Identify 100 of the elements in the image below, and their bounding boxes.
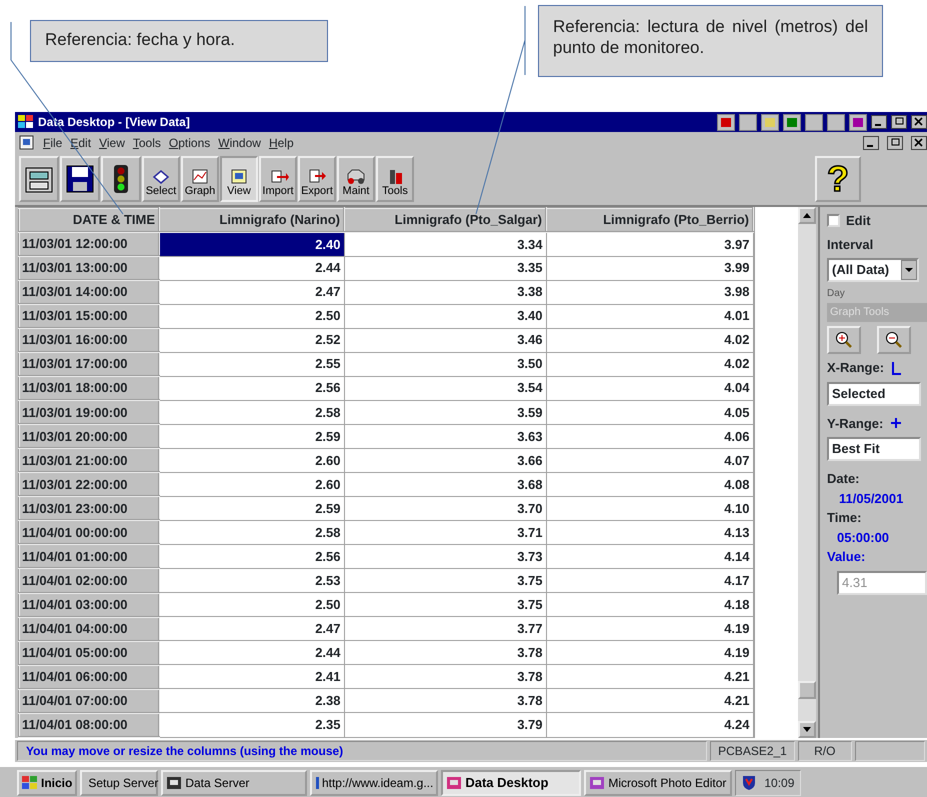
column-header[interactable]: Limnigrafo (Pto_Salgar) bbox=[344, 208, 546, 232]
table-cell[interactable]: 2.44 bbox=[159, 640, 344, 665]
table-cell[interactable]: 3.77 bbox=[344, 616, 546, 641]
interval-dropdown[interactable]: (All Data) bbox=[827, 258, 919, 282]
row-header[interactable]: 11/04/01 03:00:00 bbox=[19, 592, 159, 617]
table-cell[interactable]: 4.01 bbox=[546, 304, 753, 328]
table-cell[interactable]: 3.75 bbox=[344, 592, 546, 617]
toolbar-button[interactable]: Select bbox=[142, 156, 180, 202]
row-header[interactable]: 11/03/01 15:00:00 bbox=[19, 304, 159, 328]
row-header[interactable]: 11/04/01 01:00:00 bbox=[19, 544, 159, 568]
table-cell[interactable]: 3.79 bbox=[344, 712, 546, 737]
table-cell[interactable]: 2.41 bbox=[159, 664, 344, 689]
table-cell[interactable]: 2.40 bbox=[159, 232, 344, 256]
x-range-dropdown[interactable]: Selected bbox=[827, 382, 921, 406]
row-header[interactable]: 11/03/01 12:00:00 bbox=[19, 232, 159, 256]
table-cell[interactable]: 2.60 bbox=[159, 448, 344, 472]
row-header[interactable]: 11/04/01 04:00:00 bbox=[19, 616, 159, 641]
row-header[interactable]: 11/03/01 22:00:00 bbox=[19, 472, 159, 496]
column-header[interactable]: DATE & TIME bbox=[19, 208, 159, 232]
table-cell[interactable]: 3.35 bbox=[344, 256, 546, 280]
table-cell[interactable]: 3.73 bbox=[344, 544, 546, 568]
table-cell[interactable]: 4.05 bbox=[546, 400, 753, 424]
table-cell[interactable]: 2.59 bbox=[159, 496, 344, 520]
menu-item[interactable]: File bbox=[43, 134, 62, 152]
row-header[interactable]: 11/03/01 14:00:00 bbox=[19, 280, 159, 304]
table-cell[interactable]: 4.21 bbox=[546, 664, 753, 689]
menu-item[interactable]: Options bbox=[168, 134, 210, 152]
table-cell[interactable]: 2.38 bbox=[159, 688, 344, 713]
row-header[interactable]: 11/04/01 02:00:00 bbox=[19, 568, 159, 592]
toolbar-button[interactable]: Import bbox=[259, 156, 297, 202]
table-cell[interactable]: 4.19 bbox=[546, 640, 753, 665]
table-cell[interactable]: 2.47 bbox=[159, 616, 344, 641]
row-header[interactable]: 11/03/01 13:00:00 bbox=[19, 256, 159, 280]
menu-item[interactable]: Help bbox=[268, 134, 294, 152]
table-cell[interactable]: 3.54 bbox=[344, 376, 546, 400]
row-header[interactable]: 11/03/01 17:00:00 bbox=[19, 352, 159, 376]
row-header[interactable]: 11/04/01 06:00:00 bbox=[19, 664, 159, 689]
table-cell[interactable]: 3.38 bbox=[344, 280, 546, 304]
row-header[interactable]: 11/03/01 16:00:00 bbox=[19, 328, 159, 352]
row-header[interactable]: 11/03/01 21:00:00 bbox=[19, 448, 159, 472]
toolbar-button[interactable]: Maint bbox=[337, 156, 375, 202]
taskbar-button[interactable]: Microsoft Photo Editor bbox=[584, 770, 732, 796]
table-cell[interactable]: 3.63 bbox=[344, 424, 546, 448]
table-cell[interactable]: 3.98 bbox=[546, 280, 753, 304]
row-header[interactable]: 11/04/01 05:00:00 bbox=[19, 640, 159, 665]
table-cell[interactable]: 3.78 bbox=[344, 688, 546, 713]
table-cell[interactable]: 2.59 bbox=[159, 424, 344, 448]
row-header[interactable]: 11/04/01 00:00:00 bbox=[19, 520, 159, 544]
table-cell[interactable]: 3.70 bbox=[344, 496, 546, 520]
table-cell[interactable]: 2.35 bbox=[159, 712, 344, 737]
menu-item[interactable]: View bbox=[99, 134, 125, 152]
table-cell[interactable]: 2.44 bbox=[159, 256, 344, 280]
table-cell[interactable]: 3.40 bbox=[344, 304, 546, 328]
taskbar-button[interactable]: Data Server bbox=[161, 770, 308, 796]
table-cell[interactable]: 4.07 bbox=[546, 448, 753, 472]
table-cell[interactable]: 4.19 bbox=[546, 616, 753, 641]
row-header[interactable]: 11/04/01 07:00:00 bbox=[19, 688, 159, 713]
table-cell[interactable]: 2.58 bbox=[159, 520, 344, 544]
row-header[interactable]: 11/04/01 08:00:00 bbox=[19, 712, 159, 737]
table-cell[interactable]: 2.53 bbox=[159, 568, 344, 592]
table-cell[interactable]: 4.04 bbox=[546, 376, 753, 400]
table-cell[interactable]: 4.24 bbox=[546, 712, 753, 737]
toolbar-button[interactable]: Tools bbox=[376, 156, 414, 202]
toolbar-button[interactable]: Export bbox=[298, 156, 336, 202]
table-cell[interactable]: 4.06 bbox=[546, 424, 753, 448]
table-cell[interactable]: 3.46 bbox=[344, 328, 546, 352]
taskbar-button[interactable]: Setup Server bbox=[80, 770, 158, 796]
table-cell[interactable]: 3.50 bbox=[344, 352, 546, 376]
table-cell[interactable]: 3.78 bbox=[344, 664, 546, 689]
table-cell[interactable]: 2.56 bbox=[159, 376, 344, 400]
row-header[interactable]: 11/03/01 20:00:00 bbox=[19, 424, 159, 448]
toolbar-button[interactable]: View bbox=[220, 156, 258, 202]
table-cell[interactable]: 3.75 bbox=[344, 568, 546, 592]
table-cell[interactable]: 3.66 bbox=[344, 448, 546, 472]
start-button[interactable]: Inicio bbox=[17, 770, 78, 796]
row-header[interactable]: 11/03/01 23:00:00 bbox=[19, 496, 159, 520]
table-cell[interactable]: 3.99 bbox=[546, 256, 753, 280]
table-cell[interactable]: 2.47 bbox=[159, 280, 344, 304]
table-cell[interactable]: 4.10 bbox=[546, 496, 753, 520]
table-cell[interactable]: 4.18 bbox=[546, 592, 753, 617]
menu-item[interactable]: Window bbox=[218, 134, 261, 152]
table-cell[interactable]: 3.97 bbox=[546, 232, 753, 256]
table-cell[interactable]: 2.58 bbox=[159, 400, 344, 424]
row-header[interactable]: 11/03/01 18:00:00 bbox=[19, 376, 159, 400]
row-header[interactable]: 11/03/01 19:00:00 bbox=[19, 400, 159, 424]
table-cell[interactable]: 3.68 bbox=[344, 472, 546, 496]
table-cell[interactable]: 3.34 bbox=[344, 232, 546, 256]
table-cell[interactable]: 4.14 bbox=[546, 544, 753, 568]
table-cell[interactable]: 4.13 bbox=[546, 520, 753, 544]
y-range-dropdown[interactable]: Best Fit bbox=[827, 437, 921, 461]
table-cell[interactable]: 3.59 bbox=[344, 400, 546, 424]
column-header[interactable]: Limnigrafo (Pto_Berrio) bbox=[546, 208, 753, 232]
table-cell[interactable]: 2.50 bbox=[159, 592, 344, 617]
taskbar-button[interactable]: Data Desktop bbox=[441, 770, 582, 796]
table-cell[interactable]: 2.55 bbox=[159, 352, 344, 376]
table-cell[interactable]: 4.17 bbox=[546, 568, 753, 592]
table-cell[interactable]: 4.08 bbox=[546, 472, 753, 496]
table-cell[interactable]: 3.78 bbox=[344, 640, 546, 665]
table-cell[interactable]: 2.52 bbox=[159, 328, 344, 352]
table-cell[interactable]: 2.56 bbox=[159, 544, 344, 568]
